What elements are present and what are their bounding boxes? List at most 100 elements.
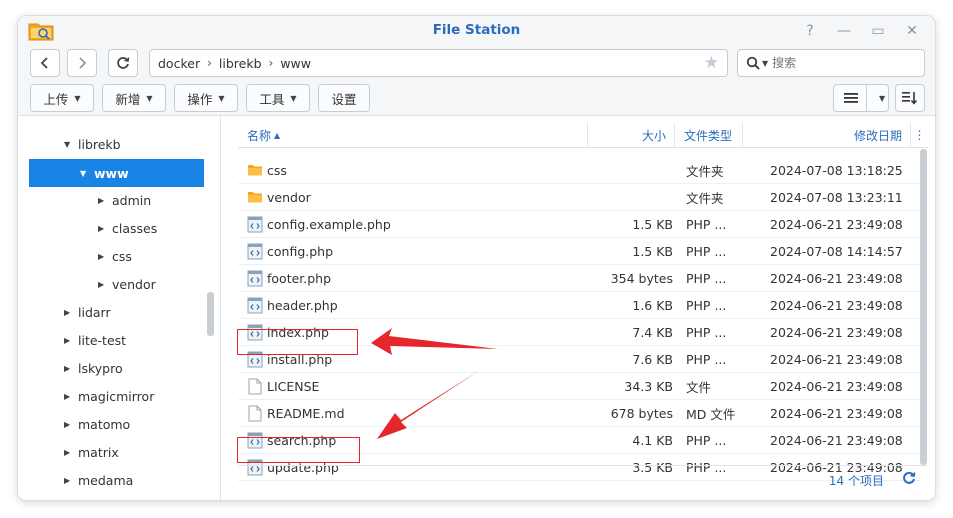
collapsed-arrow-icon: ▶ bbox=[64, 475, 71, 485]
column-name-header[interactable]: 名称 ▲ bbox=[238, 122, 588, 148]
file-size: 1.6 KB bbox=[632, 298, 673, 313]
tree-item-lidarr[interactable]: ▶ lidarr bbox=[64, 298, 194, 326]
file-type: 文件夹 bbox=[686, 191, 724, 206]
table-row[interactable]: LICENSE 34.3 KB 文件 2024-06-21 23:49:08 bbox=[238, 373, 920, 400]
tree-item-label: lite-test bbox=[78, 332, 127, 348]
close-button[interactable]: ✕ bbox=[901, 21, 923, 41]
file-type: PHP ... bbox=[686, 433, 727, 448]
collapsed-arrow-icon: ▶ bbox=[64, 447, 71, 457]
table-row[interactable]: header.php 1.6 KB PHP ... 2024-06-21 23:49:… bbox=[238, 292, 920, 319]
back-button[interactable] bbox=[30, 49, 60, 77]
caret-down-icon: ▼ bbox=[879, 93, 886, 103]
tree-item-admin[interactable]: ▶ admin bbox=[98, 186, 198, 214]
tools-button[interactable]: 工具 ▼ bbox=[246, 84, 310, 112]
settings-button[interactable]: 设置 bbox=[318, 84, 370, 112]
minimize-button[interactable]: — bbox=[833, 21, 855, 41]
table-row[interactable]: footer.php 354 bytes PHP ... 2024-06-21 23:… bbox=[238, 265, 920, 292]
sort-ascending-icon: ▲ bbox=[274, 130, 281, 140]
sort-button[interactable] bbox=[895, 84, 925, 112]
tools-label: 工具 bbox=[259, 91, 285, 107]
search-options-caret-icon[interactable]: ▼ bbox=[762, 59, 768, 68]
sort-icon bbox=[902, 92, 918, 105]
table-row[interactable]: vendor 文件夹 2024-07-08 13:23:11 bbox=[238, 184, 920, 211]
tree-item-label: admin bbox=[112, 192, 152, 208]
file-type: 文件夹 bbox=[686, 164, 724, 179]
file-size: 354 bytes bbox=[610, 271, 673, 286]
column-options-icon[interactable]: ⋮ bbox=[911, 122, 928, 148]
chevron-left-icon bbox=[40, 57, 48, 69]
tree-item-matomo[interactable]: ▶ matomo bbox=[64, 410, 194, 438]
sidebar-scrollbar[interactable] bbox=[207, 292, 214, 336]
help-button[interactable]: ? bbox=[799, 21, 821, 41]
create-button[interactable]: 新增 ▼ bbox=[102, 84, 166, 112]
file-type: PHP ... bbox=[686, 325, 727, 340]
collapsed-arrow-icon: ▶ bbox=[98, 279, 105, 289]
tree-item-css[interactable]: ▶ css bbox=[98, 242, 198, 270]
column-type-header[interactable]: 文件类型 bbox=[675, 122, 743, 148]
highlight-box-install bbox=[237, 329, 358, 355]
table-row[interactable]: config.php 1.5 KB PHP ... 2024-07-08 14:14:… bbox=[238, 238, 920, 265]
tree-item-vendor[interactable]: ▶ vendor bbox=[98, 270, 198, 298]
refresh-icon[interactable] bbox=[902, 470, 916, 489]
tree-item-classes[interactable]: ▶ classes bbox=[98, 214, 198, 242]
file-size: 34.3 KB bbox=[624, 379, 673, 394]
file-modified: 2024-06-21 23:49:08 bbox=[770, 271, 903, 286]
highlight-box-update bbox=[237, 437, 360, 463]
item-count: 14 个项目 bbox=[828, 474, 884, 488]
file-size bbox=[238, 157, 673, 184]
favorite-star-icon[interactable]: ★ bbox=[704, 53, 719, 73]
tree-item-label: lskypro bbox=[78, 360, 123, 376]
file-size: 1.5 KB bbox=[632, 217, 673, 232]
breadcrumb-separator: › bbox=[207, 56, 212, 70]
tree-item-medama[interactable]: ▶ medama bbox=[64, 466, 194, 494]
upload-button[interactable]: 上传 ▼ bbox=[30, 84, 94, 112]
status-bar: 14 个项目 bbox=[238, 465, 928, 497]
table-row[interactable]: README.md 678 bytes MD 文件 2024-06-21 23:49:… bbox=[238, 400, 920, 427]
tree-item-lite-test[interactable]: ▶ lite-test bbox=[64, 326, 194, 354]
collapsed-arrow-icon: ▶ bbox=[98, 195, 105, 205]
refresh-button[interactable] bbox=[108, 49, 138, 77]
breadcrumb-librekb[interactable]: librekb bbox=[219, 56, 262, 71]
tree-item-matrix[interactable]: ▶ matrix bbox=[64, 438, 194, 466]
tree-item-lskypro[interactable]: ▶ lskypro bbox=[64, 354, 194, 382]
tree-item-www[interactable]: ▼ www bbox=[29, 159, 204, 187]
forward-button[interactable] bbox=[67, 49, 97, 77]
table-row[interactable]: css 文件夹 2024-07-08 13:18:25 bbox=[238, 157, 920, 184]
file-size: 1.5 KB bbox=[632, 244, 673, 259]
folder-tree: ▼ librekb ▼ www ▶ admin ▶ classes ▶ css ▶ vend… bbox=[18, 116, 221, 500]
tree-item-label: lidarr bbox=[78, 304, 111, 320]
table-row[interactable]: config.example.php 1.5 KB PHP ... 2024-06-2… bbox=[238, 211, 920, 238]
column-name-label: 名称 bbox=[247, 128, 272, 143]
file-modified: 2024-06-21 23:49:08 bbox=[770, 406, 903, 421]
tree-item-label: medama bbox=[78, 472, 134, 488]
search-input[interactable] bbox=[772, 56, 903, 70]
file-modified: 2024-06-21 23:49:08 bbox=[770, 325, 903, 340]
breadcrumb-www[interactable]: www bbox=[280, 56, 311, 71]
action-button[interactable]: 操作 ▼ bbox=[174, 84, 238, 112]
window-title: File Station bbox=[432, 22, 521, 38]
breadcrumb-docker[interactable]: docker bbox=[158, 56, 200, 71]
collapsed-arrow-icon: ▶ bbox=[64, 391, 71, 401]
tree-item-label: vendor bbox=[112, 276, 156, 292]
view-mode-button[interactable]: ▼ bbox=[833, 84, 889, 112]
file-modified: 2024-07-08 13:18:25 bbox=[770, 163, 903, 178]
collapsed-arrow-icon: ▶ bbox=[98, 223, 105, 233]
tree-item-label: librekb bbox=[78, 136, 121, 152]
column-modified-header[interactable]: 修改日期 bbox=[743, 122, 911, 148]
file-size: 678 bytes bbox=[610, 406, 673, 421]
file-type: MD 文件 bbox=[686, 407, 736, 422]
file-list-scrollbar[interactable] bbox=[920, 149, 927, 465]
column-size-header[interactable]: 大小 bbox=[588, 122, 675, 148]
search-box: ▼ bbox=[737, 49, 925, 77]
caret-down-icon: ▼ bbox=[74, 93, 81, 103]
breadcrumb-separator: › bbox=[268, 56, 274, 70]
search-icon[interactable] bbox=[746, 56, 760, 70]
collapsed-arrow-icon: ▶ bbox=[64, 363, 71, 373]
caret-down-icon: ▼ bbox=[146, 93, 153, 103]
chevron-right-icon bbox=[79, 57, 87, 69]
expanded-arrow-icon: ▼ bbox=[64, 139, 71, 149]
maximize-button[interactable]: ▭ bbox=[867, 21, 889, 41]
tree-item-librekb[interactable]: ▼ librekb bbox=[64, 130, 214, 158]
tree-item-label: matrix bbox=[78, 444, 119, 460]
tree-item-magicmirror[interactable]: ▶ magicmirror bbox=[64, 382, 194, 410]
